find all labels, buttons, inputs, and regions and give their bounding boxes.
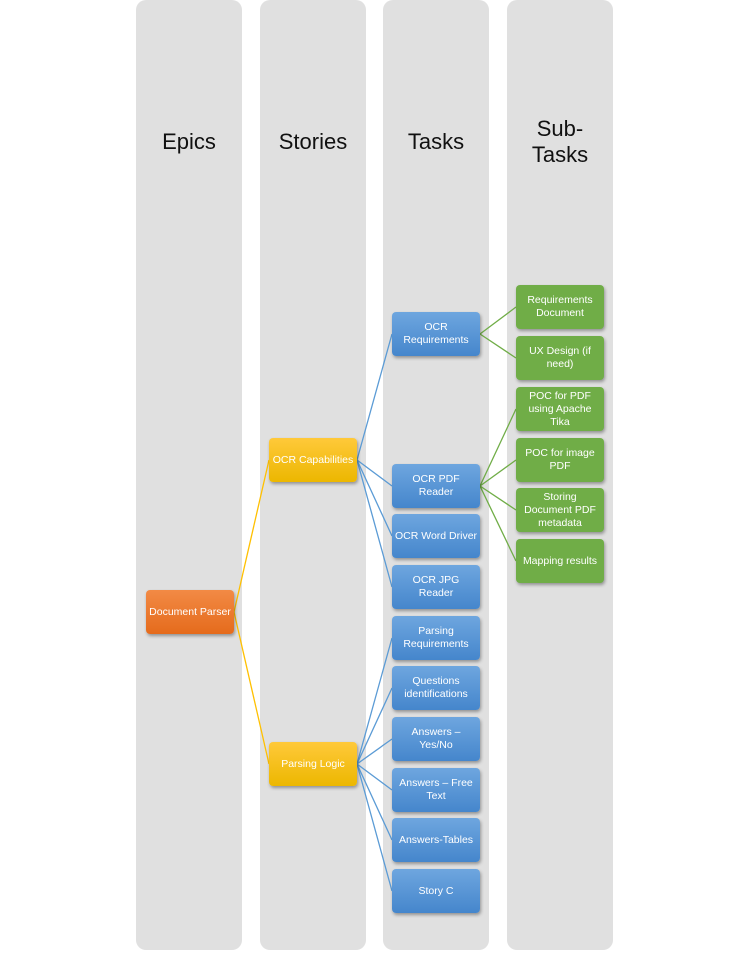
epic-node[interactable]: Document Parser	[146, 590, 234, 634]
connector-line	[356, 763, 393, 791]
task-node[interactable]: OCR Word Driver	[392, 514, 480, 558]
subtask-node[interactable]: Requirements Document	[516, 285, 604, 329]
connector-line	[356, 637, 393, 765]
connector-line	[479, 333, 517, 359]
subtask-node[interactable]: POC for image PDF	[516, 438, 604, 482]
diagram: Epics Stories Tasks Sub-Tasks Document P…	[0, 0, 749, 960]
connectors	[233, 306, 517, 892]
task-node[interactable]: Answers – Free Text	[392, 768, 480, 812]
connector-line	[479, 408, 517, 487]
task-node[interactable]: Answers-Tables	[392, 818, 480, 862]
connector-line	[356, 333, 393, 461]
task-node[interactable]: OCR Requirements	[392, 312, 480, 356]
task-node[interactable]: OCR PDF Reader	[392, 464, 480, 508]
connector-line	[233, 459, 270, 613]
subtask-node[interactable]: UX Design (if need)	[516, 336, 604, 380]
connector-line	[356, 459, 393, 487]
connector-line	[479, 306, 517, 335]
story-node[interactable]: Parsing Logic	[269, 742, 357, 786]
subtask-node[interactable]: Mapping results	[516, 539, 604, 583]
task-node[interactable]: OCR JPG Reader	[392, 565, 480, 609]
task-node[interactable]: Story C	[392, 869, 480, 913]
connector-line	[233, 611, 270, 765]
task-node[interactable]: Answers – Yes/No	[392, 717, 480, 761]
subtask-node[interactable]: Storing Document PDF metadata	[516, 488, 604, 532]
subtask-node[interactable]: POC for PDF using Apache Tika	[516, 387, 604, 431]
story-node[interactable]: OCR Capabilities	[269, 438, 357, 482]
task-node[interactable]: Parsing Requirements	[392, 616, 480, 660]
task-node[interactable]: Questions identifications	[392, 666, 480, 710]
